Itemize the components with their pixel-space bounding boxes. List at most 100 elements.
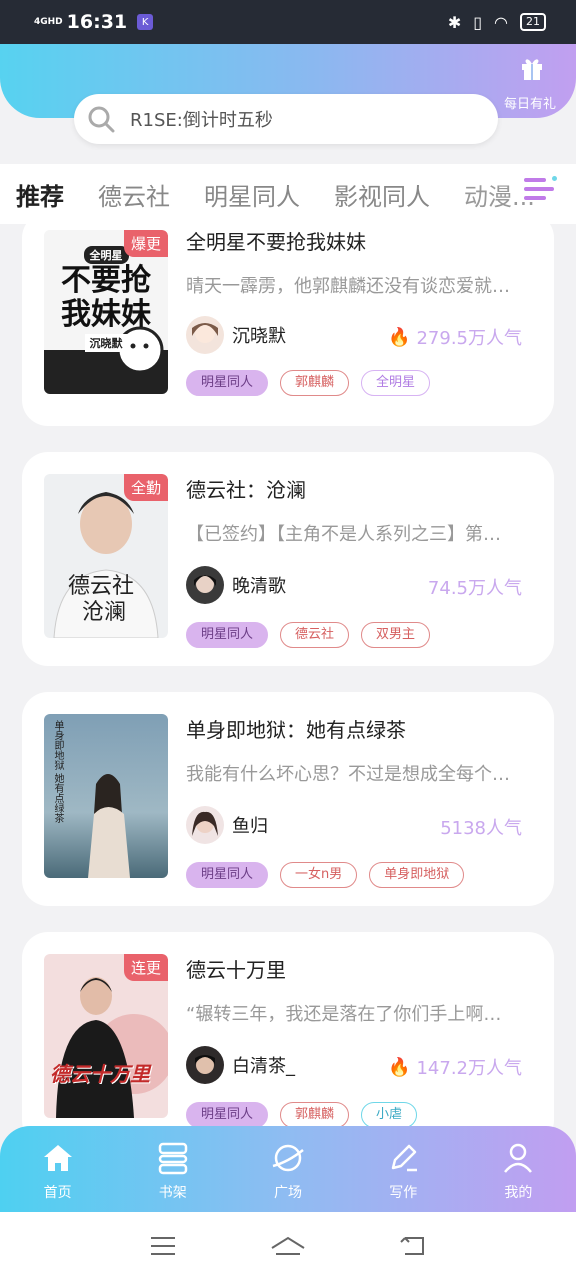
book-card[interactable]: 全明星 不要抢 我妹妹 沉晓默 爆更 全明星不要抢我妹妹 晴天一霹雳，他郭麒麟还… [22,212,554,426]
book-badge: 爆更 [123,230,168,257]
search-bar[interactable]: R1SE:倒计时五秒 [74,94,498,144]
user-icon [504,1143,533,1173]
tag[interactable]: 小虐 [361,1102,418,1128]
nav-label: 广场 [274,1185,302,1201]
tab-recommend[interactable]: 推荐 [16,177,64,212]
tag[interactable]: 明星同人 [186,370,269,396]
planet-icon [272,1144,304,1172]
book-tags: 明星同人 郭麒麟 小虐 [186,1102,418,1128]
book-title[interactable]: 全明星不要抢我妹妹 [186,226,366,255]
tab-film-fanfic[interactable]: 影视同人 [334,177,430,212]
system-nav-bar [0,1212,576,1280]
book-author[interactable]: 鱼归 [186,806,268,844]
tag[interactable]: 一女n男 [280,862,358,888]
popularity-value: 5138人气 [440,818,522,839]
book-cover: 全明星 不要抢 我妹妹 沉晓默 爆更 [44,230,168,394]
network-indicator: 4GHD [34,16,63,27]
tab-celebrity-fanfic[interactable]: 明星同人 [204,177,300,212]
book-title[interactable]: 德云社：沧澜 [186,474,306,503]
bluetooth-icon: ✱ [447,12,462,32]
book-description: “辗转三年，我还是落在了你们手上啊… [186,1004,502,1025]
book-popularity: 74.5万人气 [428,574,522,600]
book-author[interactable]: 晚清歌 [186,566,286,604]
author-name: 沉晓默 [232,326,286,347]
vibrate-icon: ▯ [473,12,483,32]
tag[interactable]: 双男主 [361,622,431,648]
book-tags: 明星同人 一女n男 单身即地狱 [186,862,465,888]
battery-indicator: 21 [520,13,546,31]
book-badge: 全勤 [123,474,168,501]
nav-write[interactable]: 写作 [346,1126,461,1212]
app-notification-icon: K [137,14,154,30]
popularity-value: 279.5万人气 [416,328,522,349]
back-icon[interactable] [395,1228,431,1264]
tag[interactable]: 全明星 [361,370,431,396]
nav-bookshelf[interactable]: 书架 [115,1126,230,1212]
tag[interactable]: 郭麒麟 [280,370,350,396]
tag[interactable]: 郭麒麟 [280,1102,350,1128]
menu-icon[interactable] [145,1228,181,1264]
nav-label: 书架 [158,1185,187,1201]
gift-icon [502,54,562,89]
search-placeholder: R1SE:倒计时五秒 [130,110,273,131]
author-avatar [186,566,224,604]
book-description: 我能有什么坏心思？不过是想成全每个… [186,764,510,785]
book-tags: 明星同人 郭麒麟 全明星 [186,370,431,396]
nav-label: 写作 [389,1185,418,1201]
book-title[interactable]: 单身即地狱：她有点绿茶 [186,714,406,743]
book-card[interactable]: 德云十万里 连更 德云十万里 “辗转三年，我还是落在了你们手上啊… 白清茶_ 🔥… [22,932,554,1146]
nav-label: 我的 [504,1185,533,1201]
book-card[interactable]: 单身即地狱 她有点绿茶 单身即地狱：她有点绿茶 我能有什么坏心思？不过是想成全每… [22,692,554,906]
book-cover: 德云十万里 连更 [44,954,168,1118]
book-popularity: 🔥 279.5万人气 [388,324,522,350]
home-icon [43,1145,72,1171]
pen-icon [391,1144,418,1172]
book-cover: 德云社 沧澜 全勤 [44,474,168,638]
popularity-value: 74.5万人气 [427,578,522,599]
bookshelf-icon [158,1142,188,1175]
book-author[interactable]: 白清茶_ [186,1046,295,1084]
wifi-icon: ◠ [494,12,508,32]
author-avatar [186,316,224,354]
category-menu-icon[interactable] [522,172,558,208]
tag[interactable]: 明星同人 [186,1102,269,1128]
status-bar: 4GHD 16:31 K ✱ ▯ ◠ 21 [0,0,576,44]
book-author[interactable]: 沉晓默 [186,316,286,354]
daily-gift-button[interactable]: 每日有礼 [502,54,562,112]
tag[interactable]: 明星同人 [186,622,269,648]
nav-label: 首页 [43,1185,72,1201]
author-avatar [186,1046,224,1084]
popularity-value: 147.2万人气 [416,1058,522,1079]
bottom-nav: 首页 书架 广场 写作 我的 [0,1126,576,1212]
book-popularity: 5138人气 [440,814,522,840]
book-tags: 明星同人 德云社 双男主 [186,622,431,648]
nav-plaza[interactable]: 广场 [230,1126,345,1212]
cover-text: 德云社 沧澜 [68,574,135,625]
tag[interactable]: 德云社 [280,622,350,648]
book-card[interactable]: 德云社 沧澜 全勤 德云社：沧澜 【已签约】【主角不是人系列之三】第… 晚清歌 … [22,452,554,666]
book-description: 晴天一霹雳，他郭麒麟还没有谈恋爱就… [186,276,510,297]
book-popularity: 🔥 147.2万人气 [388,1054,522,1080]
nav-profile[interactable]: 我的 [461,1126,576,1212]
flame-icon: 🔥 [388,1056,411,1078]
home-button-icon[interactable] [270,1228,306,1264]
book-cover: 单身即地狱 她有点绿茶 [44,714,168,878]
author-name: 晚清歌 [232,576,286,597]
author-name: 鱼归 [232,816,268,837]
tag[interactable]: 单身即地狱 [369,862,465,888]
gift-label: 每日有礼 [503,97,556,112]
cover-text: 德云十万里 [50,1062,150,1086]
author-name: 白清茶_ [232,1056,295,1077]
book-badge: 连更 [123,954,168,981]
book-description: 【已签约】【主角不是人系列之三】第… [186,524,501,545]
clock: 16:31 [66,11,128,33]
nav-home[interactable]: 首页 [0,1126,115,1212]
flame-icon: 🔥 [388,326,411,348]
tab-deyunshe[interactable]: 德云社 [98,177,170,212]
tag[interactable]: 明星同人 [186,862,269,888]
author-avatar [186,806,224,844]
search-icon [88,106,115,133]
cover-text: 全明星 不要抢 我妹妹 沉晓默 [50,244,162,352]
book-title[interactable]: 德云十万里 [186,954,286,983]
cover-text: 单身即地狱 她有点绿茶 [52,720,63,824]
